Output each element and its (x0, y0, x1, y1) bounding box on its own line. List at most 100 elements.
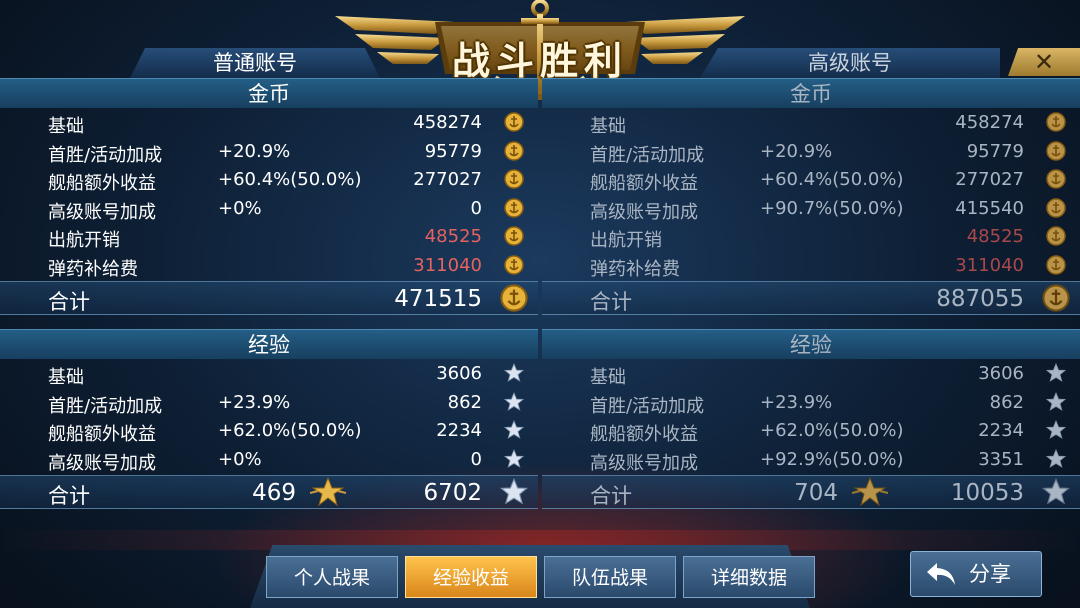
share-button[interactable]: 分享 (910, 551, 1042, 597)
exp-total-value: 10053 (950, 480, 1024, 506)
coins-row: 基础 458274 (0, 108, 538, 137)
row-label: 高级账号加成 (48, 201, 156, 223)
row-bonus: +92.9%(50.0%) (760, 448, 904, 470)
exp-star-icon (1046, 420, 1066, 439)
row-value: 311040 (413, 254, 482, 276)
exp-star-icon (500, 478, 528, 505)
close-button[interactable]: ✕ (1008, 48, 1080, 76)
row-label: 基础 (590, 116, 626, 137)
exp-row: 高级账号加成 +92.9%(50.0%) 3351 (542, 445, 1080, 474)
row-value: 3351 (978, 448, 1024, 470)
exp-star-icon (504, 448, 524, 468)
tab-personal-results[interactable]: 个人战果 (266, 556, 398, 598)
row-value: 862 (447, 391, 482, 413)
row-value: 48525 (424, 226, 482, 247)
gold-coin-icon (1046, 226, 1066, 246)
normal-account-panel: 金币 基础 458274 首胜/活动加成 +20.9% 95779 舰船额外收益 +60.4… (0, 78, 538, 509)
exp-row: 首胜/活动加成 +23.9% 862 (0, 388, 538, 417)
coins-total-value: 471515 (394, 286, 482, 312)
row-value: 2234 (436, 420, 482, 441)
exp-row: 舰船额外收益 +62.0%(50.0%) 2234 (542, 416, 1080, 445)
level-points-value: 704 (794, 480, 838, 506)
row-value: 95779 (424, 140, 482, 162)
coins-row: 高级账号加成 +0% 0 (0, 194, 538, 223)
exp-star-icon (1046, 448, 1066, 468)
tab-exp-earnings[interactable]: 经验收益 (405, 556, 537, 598)
row-value: 311040 (955, 254, 1024, 276)
coins-row: 舰船额外收益 +60.4%(50.0%) 277027 (542, 165, 1080, 194)
gold-coin-icon (504, 226, 524, 246)
coins-section-header: 金币 (542, 78, 1080, 108)
row-label: 首胜/活动加成 (590, 395, 705, 417)
exp-star-icon (504, 420, 524, 439)
gold-coin-icon (504, 197, 524, 218)
total-label: 合计 (48, 290, 90, 314)
row-value: 277027 (955, 169, 1024, 190)
exp-star-icon (1046, 363, 1066, 382)
victory-title: 战斗胜利 (451, 39, 628, 83)
row-bonus: +20.9% (760, 140, 833, 162)
premium-account-tab: 高级账号 (700, 48, 1000, 78)
gold-coin-icon (1046, 197, 1066, 218)
row-value: 3606 (436, 363, 482, 384)
row-bonus: +60.4%(50.0%) (760, 169, 904, 190)
row-bonus: +0% (218, 197, 262, 219)
row-value: 277027 (413, 169, 482, 190)
premium-account-panel: 金币 基础 458274 首胜/活动加成 +20.9% 95779 舰船额外收益 +60.4… (542, 78, 1080, 509)
row-bonus: +0% (218, 448, 262, 470)
row-value: 415540 (955, 197, 1024, 219)
tab-team-results[interactable]: 队伍战果 (544, 556, 676, 598)
gold-coin-icon (1046, 140, 1066, 161)
row-label: 弹药补给费 (590, 258, 680, 280)
row-label: 舰船额外收益 (48, 424, 156, 445)
exp-star-icon (504, 391, 524, 411)
row-label: 高级账号加成 (590, 201, 698, 223)
coins-row: 基础 458274 (542, 108, 1080, 137)
coins-total-row: 合计 471515 (0, 281, 538, 315)
row-label: 弹药补给费 (48, 258, 138, 280)
row-bonus: +23.9% (760, 391, 833, 413)
gold-coin-icon (1042, 284, 1070, 312)
row-value: 0 (470, 448, 482, 470)
exp-total-row: 合计 469 6702 (0, 475, 538, 509)
back-arrow-icon (927, 563, 955, 585)
exp-section-header: 经验 (542, 329, 1080, 359)
total-label: 合计 (590, 290, 632, 314)
coins-row: 出航开销 48525 (542, 222, 1080, 251)
row-label: 首胜/活动加成 (48, 144, 163, 166)
exp-section-header: 经验 (0, 329, 538, 359)
exp-star-icon (1042, 478, 1070, 505)
row-bonus: +90.7%(50.0%) (760, 197, 904, 219)
row-bonus: +60.4%(50.0%) (218, 169, 362, 190)
gold-coin-icon (1046, 254, 1066, 275)
exp-total-value: 6702 (423, 480, 482, 506)
total-label: 合计 (590, 484, 632, 508)
gold-star-wings-icon (310, 477, 346, 507)
gold-coin-icon (504, 140, 524, 161)
exp-row: 舰船额外收益 +62.0%(50.0%) 2234 (0, 416, 538, 445)
row-label: 基础 (48, 367, 84, 388)
coins-row: 出航开销 48525 (0, 222, 538, 251)
row-label: 舰船额外收益 (48, 173, 156, 194)
exp-star-icon (504, 363, 524, 382)
row-value: 95779 (966, 140, 1024, 162)
row-value: 458274 (413, 112, 482, 133)
gold-coin-icon (1046, 112, 1066, 132)
exp-star-icon (1046, 391, 1066, 411)
level-points-value: 469 (252, 480, 296, 506)
gold-coin-icon (500, 284, 528, 312)
row-value: 48525 (966, 226, 1024, 247)
coins-section-header: 金币 (0, 78, 538, 108)
tab-detailed-data[interactable]: 详细数据 (683, 556, 815, 598)
coins-row: 弹药补给费 311040 (542, 251, 1080, 280)
gold-coin-icon (504, 112, 524, 132)
row-label: 舰船额外收益 (590, 173, 698, 194)
coins-row: 弹药补给费 311040 (0, 251, 538, 280)
row-value: 862 (989, 391, 1024, 413)
row-label: 首胜/活动加成 (590, 144, 705, 166)
row-label: 高级账号加成 (48, 452, 156, 474)
gold-coin-icon (504, 169, 524, 189)
coins-total-row: 合计 887055 (542, 281, 1080, 315)
exp-row: 基础 3606 (542, 359, 1080, 388)
gold-coin-icon (504, 254, 524, 275)
